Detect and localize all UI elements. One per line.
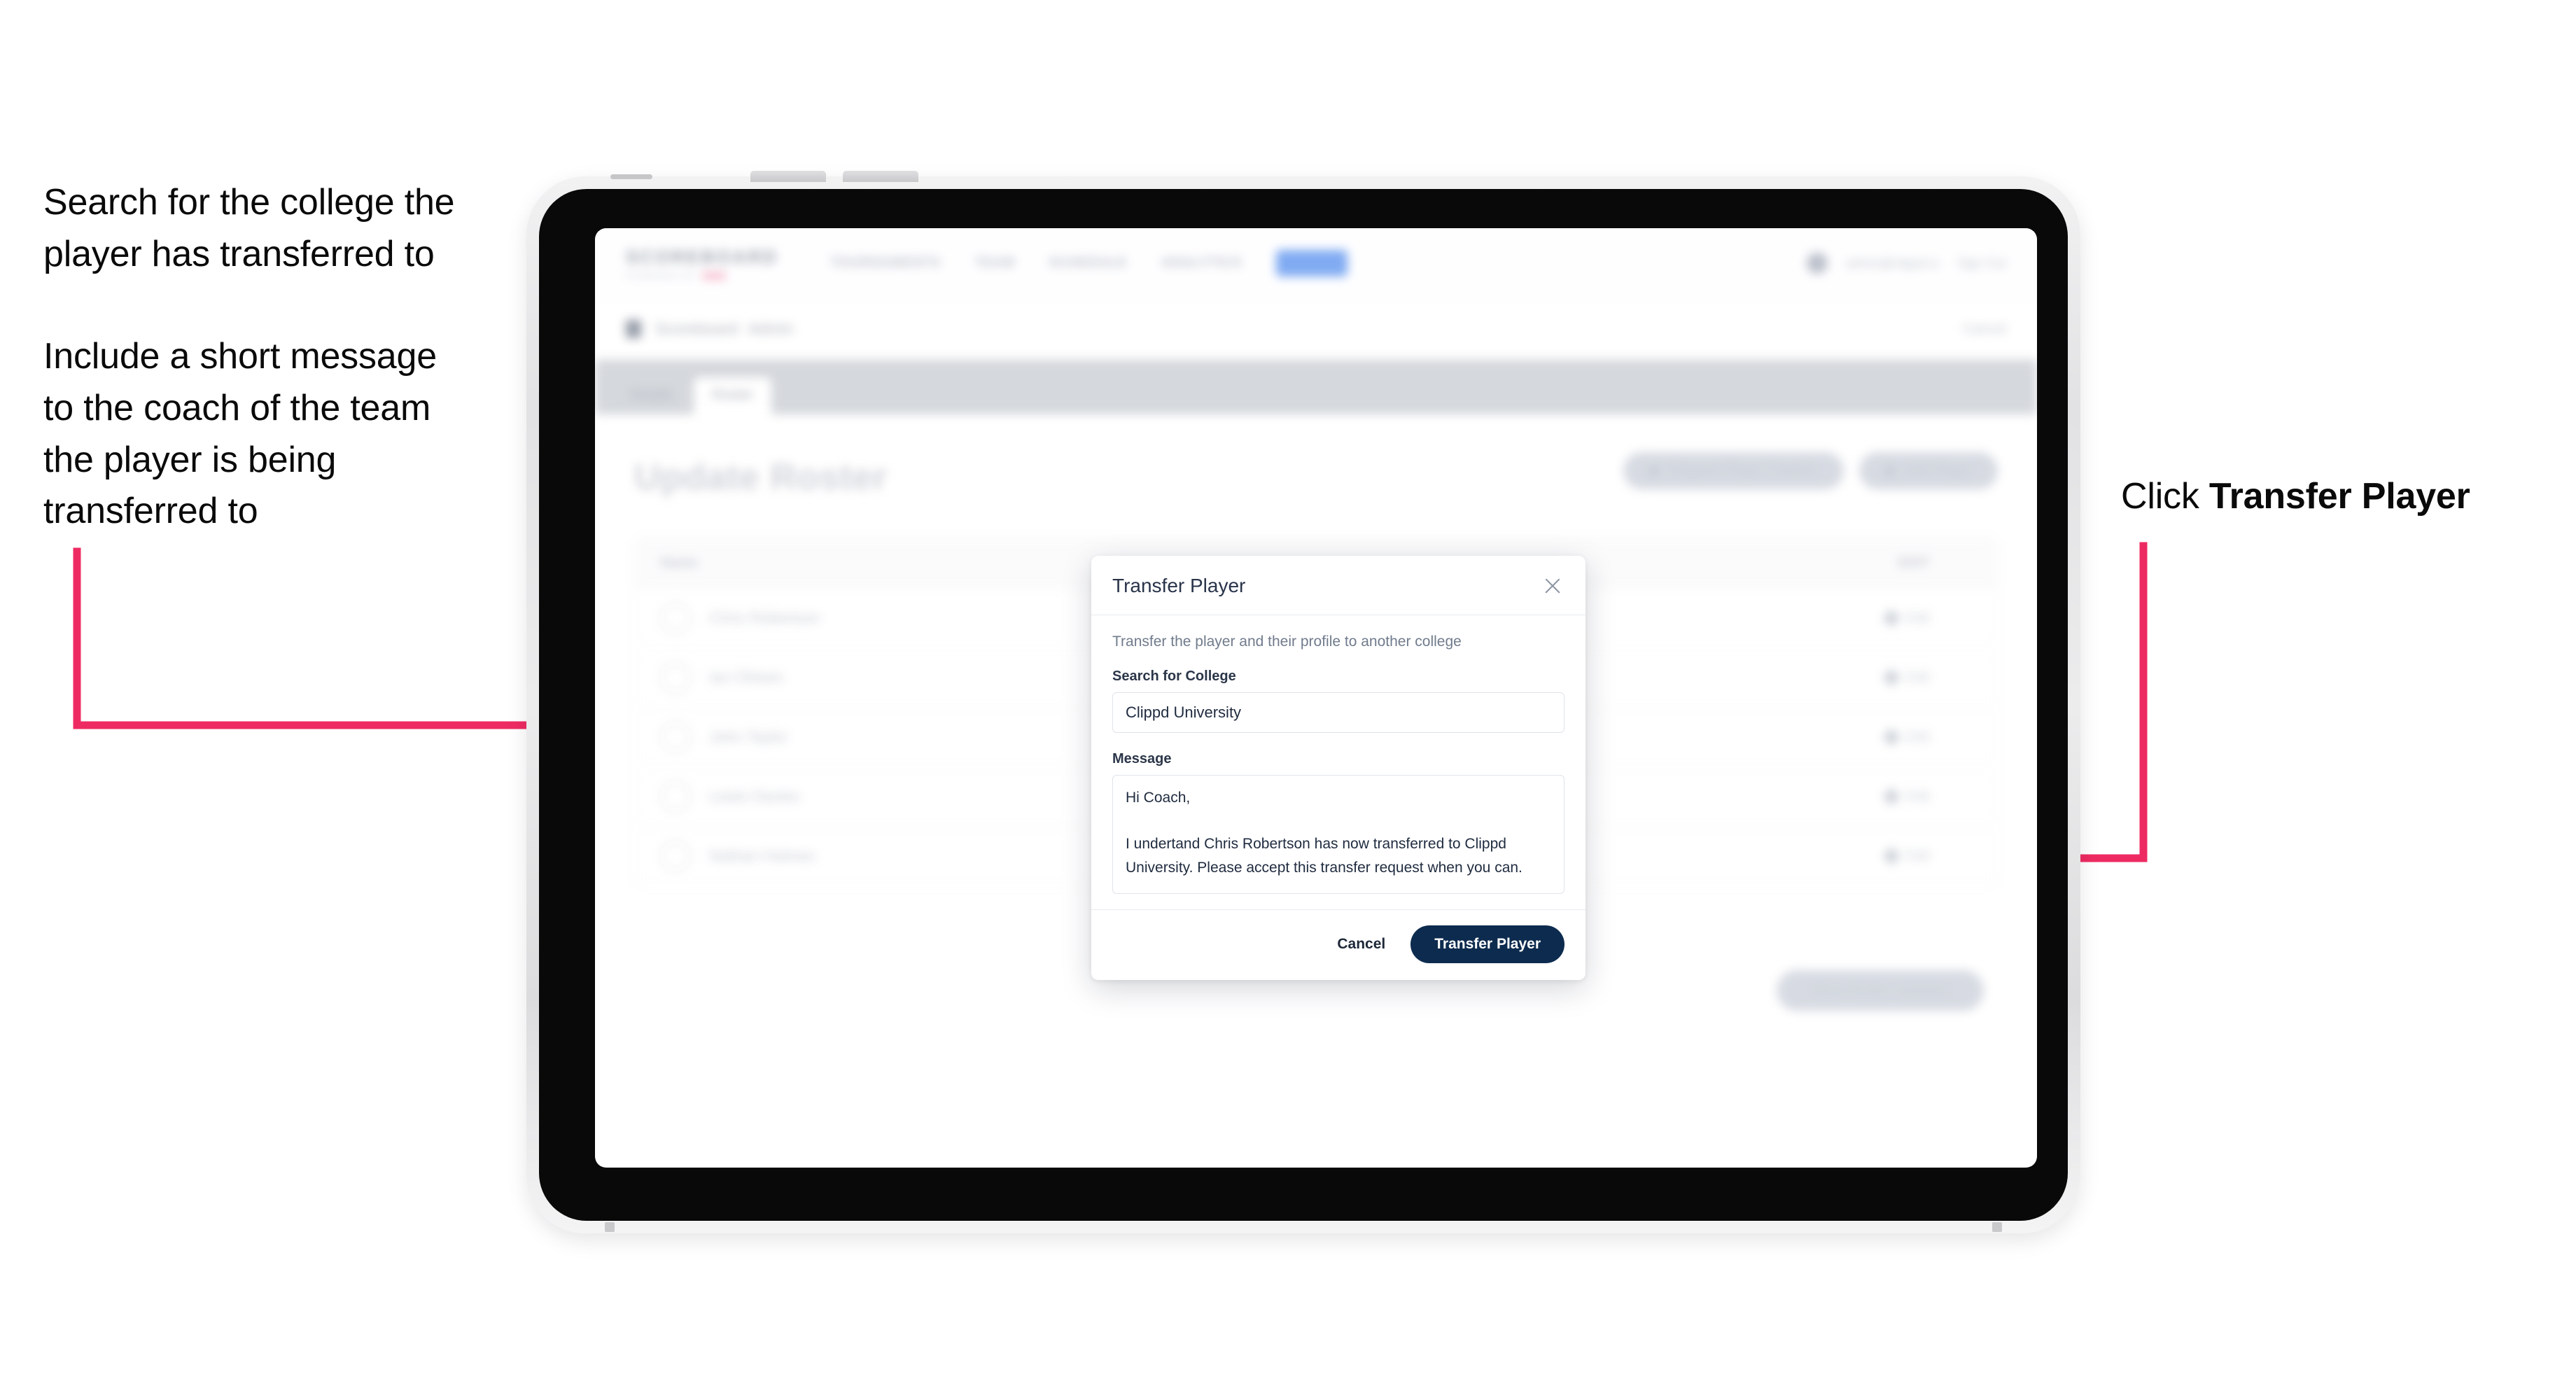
roster-column-name: Name <box>660 555 699 570</box>
pencil-icon <box>1882 728 1900 746</box>
player-name: Ian Ohlsen <box>709 668 784 686</box>
player-avatar <box>660 781 691 812</box>
tab-details[interactable]: Details <box>612 377 691 414</box>
primary-nav: TOURNAMENTS TEAM SCHEDULE ANALYTICS ADMI… <box>830 250 1348 276</box>
device-volume-up-button[interactable] <box>750 171 826 182</box>
device-volume-down-button[interactable] <box>843 171 918 182</box>
modal-title: Transfer Player <box>1112 575 1246 596</box>
pencil-icon <box>1882 788 1900 806</box>
player-avatar <box>660 722 691 752</box>
player-avatar <box>660 662 691 693</box>
avatar[interactable] <box>1806 253 1828 274</box>
nav-item-team[interactable]: TEAM <box>974 255 1015 271</box>
row-edit-label: Edit <box>1905 848 1930 864</box>
request-player-transfer-button[interactable]: Request Player Transfer <box>1623 452 1844 489</box>
user-email: admin@clippd.io <box>1845 255 1939 270</box>
header-user-area: admin@clippd.io Sign Out <box>1806 253 2006 274</box>
row-edit-button[interactable]: Edit <box>1882 609 1930 627</box>
modal-body: Transfer the player and their profile to… <box>1091 615 1586 909</box>
tablet-bezel: SCOREBOARD POWERED BY TOURNAMENTS TEAM S… <box>539 189 2068 1221</box>
breadcrumb-text[interactable]: Scoreboard <box>655 320 738 338</box>
pencil-icon <box>1882 847 1900 865</box>
add-player-label: Add Player <box>1904 463 1973 478</box>
brand-tagline-text: POWERED BY <box>626 270 697 281</box>
roster-actions: Request Player Transfer Add Player <box>1623 452 1998 489</box>
modal-header: Transfer Player <box>1091 556 1586 615</box>
annotation-click-prefix: Click <box>2121 476 2209 517</box>
device-speaker-left <box>605 1222 615 1232</box>
row-edit-label: Edit <box>1905 669 1930 685</box>
search-college-input[interactable] <box>1112 692 1564 733</box>
transfer-player-button[interactable]: Transfer Player <box>1410 925 1564 963</box>
tablet-screen: SCOREBOARD POWERED BY TOURNAMENTS TEAM S… <box>595 228 2037 1168</box>
field-spacer <box>1112 733 1564 751</box>
nav-item-analytics[interactable]: ANALYTICS <box>1161 255 1242 271</box>
message-field-label: Message <box>1112 751 1172 766</box>
roster-column-edit: EDIT <box>1898 555 1930 570</box>
brand-wordmark: SCOREBOARD <box>626 246 778 267</box>
brand-tagline: POWERED BY <box>626 271 778 281</box>
row-edit-button[interactable]: Edit <box>1882 788 1930 806</box>
player-name: Chris Robertson <box>709 609 820 626</box>
player-name: Nathan Holmes <box>709 847 816 864</box>
tab-roster[interactable]: Roster <box>694 377 772 414</box>
row-edit-button[interactable]: Edit <box>1882 668 1930 687</box>
pencil-icon <box>1882 609 1900 627</box>
app-header: SCOREBOARD POWERED BY TOURNAMENTS TEAM S… <box>595 228 2037 299</box>
breadcrumb-text-muted: Admin <box>748 320 794 337</box>
college-field-label: Search for College <box>1112 668 1236 684</box>
modal-description: Transfer the player and their profile to… <box>1112 634 1462 650</box>
add-player-button[interactable]: Add Player <box>1859 452 1998 489</box>
sign-out-button[interactable]: Sign Out <box>1957 256 2006 271</box>
annotation-click-bold: Transfer Player <box>2208 476 2470 517</box>
tablet-device: SCOREBOARD POWERED BY TOURNAMENTS TEAM S… <box>526 171 2080 1233</box>
message-textarea[interactable]: Hi Coach, I undertand Chris Robertson ha… <box>1112 775 1564 894</box>
device-speaker-right <box>1992 1222 2002 1232</box>
player-name: John Taylor <box>709 728 788 746</box>
transfer-icon <box>1648 465 1660 477</box>
nav-item-schedule[interactable]: SCHEDULE <box>1049 255 1128 271</box>
request-transfer-label: Request Player Transfer <box>1667 463 1819 478</box>
tab-bar: Details Roster <box>595 360 2037 414</box>
row-edit-label: Edit <box>1905 788 1930 804</box>
row-edit-label: Edit <box>1905 610 1930 626</box>
nav-item-admin[interactable]: ADMIN <box>1275 250 1348 276</box>
pencil-icon <box>1882 668 1900 687</box>
scoreboard-icon <box>626 320 641 338</box>
player-avatar <box>660 603 691 634</box>
cancel-button[interactable]: Cancel <box>1333 929 1390 960</box>
row-edit-button[interactable]: Edit <box>1882 728 1930 746</box>
annotation-click-transfer: Click Transfer Player <box>2121 471 2555 523</box>
close-icon[interactable] <box>1541 574 1564 598</box>
plus-icon <box>1884 465 1896 477</box>
row-edit-label: Edit <box>1905 729 1930 745</box>
device-camera <box>610 174 652 179</box>
save-roster-button[interactable]: Save Roster Updates <box>1777 970 1984 1011</box>
brand-logo[interactable]: SCOREBOARD POWERED BY <box>626 246 778 281</box>
row-edit-button[interactable]: Edit <box>1882 847 1930 865</box>
annotation-search-college: Search for the college the player has tr… <box>43 182 455 274</box>
player-avatar <box>660 841 691 872</box>
modal-footer: Cancel Transfer Player <box>1091 909 1586 980</box>
brand-clippd-mark <box>702 272 727 279</box>
transfer-player-modal: Transfer Player Transfer the player and … <box>1091 556 1586 980</box>
breadcrumb: Scoreboard Admin Cancel <box>595 299 2037 360</box>
breadcrumb-cancel-action[interactable]: Cancel <box>1963 321 2006 337</box>
player-name: Lewis Davies <box>709 788 800 805</box>
nav-item-tournaments[interactable]: TOURNAMENTS <box>830 255 941 271</box>
annotation-include-message: Include a short message to the coach of … <box>43 336 437 532</box>
